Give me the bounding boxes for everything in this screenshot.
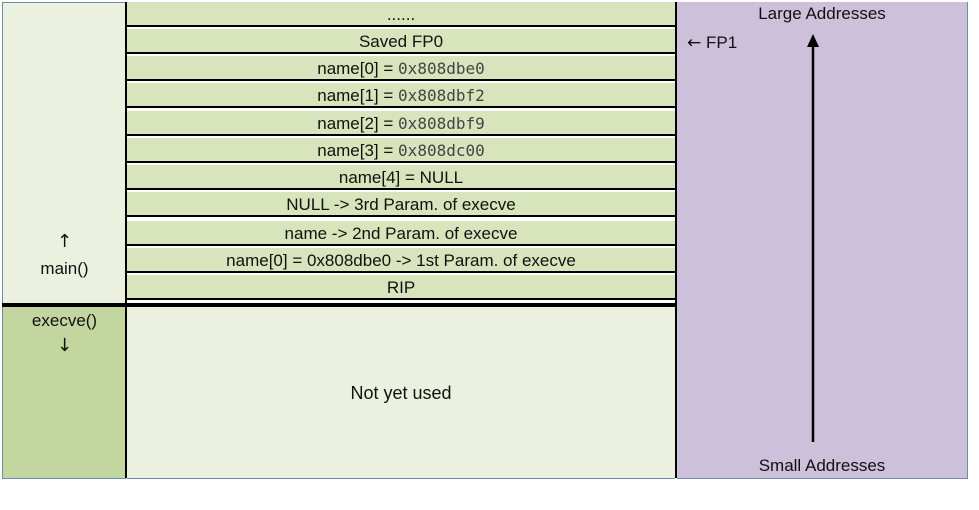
stack-row: name[3] = 0x808dc00 [127,138,675,163]
execve-frame-region: execve() ↓ [2,307,126,479]
stack-row-text: RIP [386,278,416,297]
stack-row-text: name[4] = NULL [338,168,464,187]
stack-row-text: name -> 2nd Param. of execve [284,224,518,243]
stack-row-address: 0x808dbf2 [398,86,485,105]
stack-row-text: name[3] = [317,141,399,160]
unused-label: Not yet used [350,383,452,403]
left-divider [125,2,127,478]
fp1-pointer: ← FP1 [687,33,737,53]
stack-row: name[1] = 0x808dbf2 [127,83,675,108]
stack-row-address: 0x808dbe0 [398,59,485,78]
frame-separator [2,303,677,307]
stack-row: name[0] = 0x808dbe0 [127,56,675,81]
execve-frame-label: execve() [31,311,98,330]
stack-row: name -> 2nd Param. of execve [127,221,675,246]
stack-row: name[2] = 0x808dbf9 [127,111,675,136]
address-growth-arrow-icon [807,34,819,442]
down-arrow-icon: ↓ [56,335,73,356]
stack-row: NULL -> 3rd Param. of execve [127,192,675,217]
stack-row: Saved FP0 [127,29,675,54]
stack-row: ...... [127,2,675,27]
unused-region: Not yet used [127,307,675,479]
main-frame-region: ↑ main() [2,2,126,305]
stack-row-text: Saved FP0 [358,32,444,51]
stack-diagram: ↑ main() execve() ↓ ...... Saved FP0 name[… [0,0,979,480]
stack-row-text: name[2] = [317,114,399,133]
address-column: Large Addresses ← FP1 Small Addresses [677,2,968,479]
up-arrow-icon: ↑ [56,231,73,252]
main-frame-label: main() [40,259,89,278]
stack-row-address: 0x808dc00 [398,141,485,160]
stack-row: name[4] = NULL [127,165,675,190]
stack-row-address: 0x808dbf9 [398,114,485,133]
left-arrow-icon: ← [687,33,702,53]
large-addresses-label: Large Addresses [758,4,886,23]
small-addresses-label: Small Addresses [758,456,886,475]
fp1-label: FP1 [701,33,738,52]
stack-row-text: ...... [386,5,416,24]
stack-row-text: NULL -> 3rd Param. of execve [286,195,516,214]
stack-row: RIP [127,275,675,300]
stack-row-text: name[0] = 0x808dbe0 -> 1st Param. of exe… [226,251,576,270]
stack-row-text: name[0] = [317,59,399,78]
stack-row-text: name[1] = [317,86,399,105]
stack-row: name[0] = 0x808dbe0 -> 1st Param. of exe… [127,248,675,273]
